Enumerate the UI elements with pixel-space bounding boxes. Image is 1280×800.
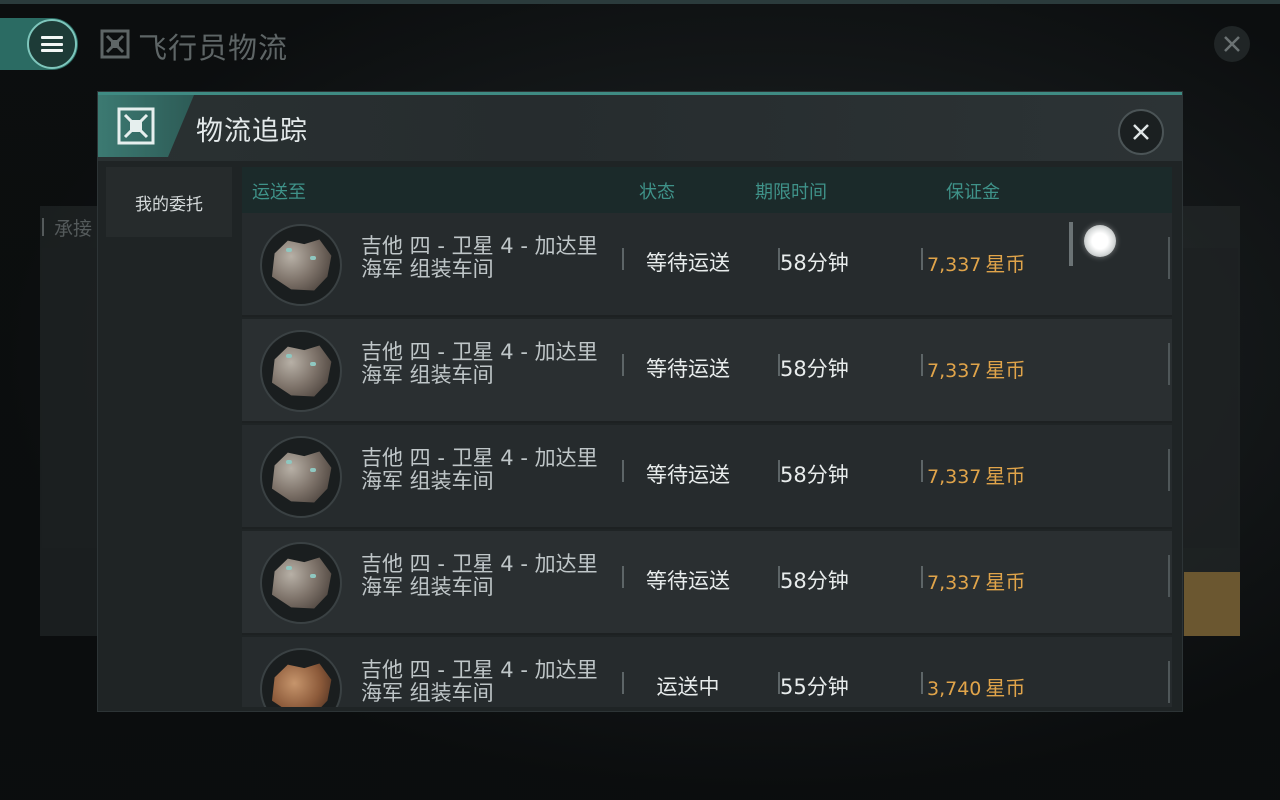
divider (921, 460, 923, 482)
deadline-text: 55分钟 (780, 675, 849, 699)
destination-text: 吉他 四 - 卫星 4 - 加达里海军 组装车间 (361, 552, 598, 599)
logistics-icon (100, 29, 130, 59)
deadline-text: 58分钟 (780, 251, 849, 275)
currency-label: 星币 (985, 570, 1026, 594)
divider (921, 566, 923, 588)
deposit-amount: 7,337 (927, 360, 982, 382)
deposit-amount: 7,337 (927, 466, 982, 488)
ore-icon (260, 330, 342, 412)
hamburger-icon (41, 36, 63, 52)
background-action-button (1184, 572, 1240, 636)
deposit-value: 7,337 星币 (927, 248, 1025, 277)
top-edge (0, 0, 1280, 4)
sidebar-item-my-commissions[interactable]: 我的委托 (106, 167, 232, 237)
list-item[interactable]: 吉他 四 - 卫星 4 - 加达里海军 组装车间 等待运送 58分钟 7,337… (242, 319, 1172, 423)
currency-label: 星币 (985, 676, 1026, 700)
divider (921, 672, 923, 694)
ore-icon (260, 436, 342, 518)
row-edge (1168, 555, 1170, 597)
dialog-header: 物流追踪 (98, 95, 1182, 161)
ore-icon (260, 224, 342, 306)
deadline-text: 58分钟 (780, 569, 849, 593)
deposit-amount: 3,740 (927, 678, 982, 700)
sidebar: 我的委托 (106, 167, 232, 237)
page-title: 飞行员物流 (138, 31, 289, 65)
deposit-amount: 7,337 (927, 572, 982, 594)
column-destination: 运送至 (252, 182, 306, 203)
ore-icon (260, 542, 342, 624)
row-edge (1168, 237, 1170, 279)
status-text: 等待运送 (646, 251, 730, 275)
close-icon (1133, 124, 1149, 140)
menu-button[interactable] (0, 18, 78, 70)
deposit-value: 3,740 星币 (927, 672, 1025, 701)
deposit-amount: 7,337 (927, 254, 982, 276)
divider (921, 354, 923, 376)
menu-ring (27, 19, 77, 69)
column-header: 运送至 状态 期限时间 保证金 (242, 167, 1172, 213)
destination-text: 吉他 四 - 卫星 4 - 加达里海军 组装车间 (361, 234, 598, 281)
currency-label: 星币 (985, 358, 1026, 382)
list-item[interactable]: 吉他 四 - 卫星 4 - 加达里海军 组装车间 等待运送 58分钟 7,337… (242, 213, 1172, 317)
status-text: 等待运送 (646, 463, 730, 487)
column-status: 状态 (639, 182, 675, 203)
list-item[interactable]: 吉他 四 - 卫星 4 - 加达里海军 组装车间 等待运送 58分钟 7,337… (242, 425, 1172, 529)
touch-indicator (1084, 225, 1116, 257)
column-deadline: 期限时间 (755, 182, 827, 203)
divider (921, 248, 923, 270)
status-text: 运送中 (656, 675, 720, 699)
row-edge (1168, 449, 1170, 491)
dialog-icon-box (98, 95, 194, 157)
dialog-title: 物流追踪 (196, 116, 308, 147)
deadline-text: 58分钟 (780, 463, 849, 487)
logistics-tracking-dialog: 物流追踪 我的委托 运送至 状态 期限时间 保证金 吉他 四 - 卫星 4 - … (98, 92, 1182, 711)
destination-text: 吉他 四 - 卫星 4 - 加达里海军 组装车间 (361, 446, 598, 493)
bg-tab-label: 承接 (41, 214, 92, 241)
status-text: 等待运送 (646, 569, 730, 593)
ore-icon (260, 648, 342, 707)
dialog-close-button[interactable] (1118, 109, 1164, 155)
row-edge (1168, 661, 1170, 703)
commission-list[interactable]: 运送至 状态 期限时间 保证金 吉他 四 - 卫星 4 - 加达里海军 组装车间… (242, 167, 1172, 707)
status-text: 等待运送 (646, 357, 730, 381)
deposit-value: 7,337 星币 (927, 566, 1025, 595)
currency-label: 星币 (985, 464, 1026, 488)
column-deposit: 保证金 (946, 182, 1000, 203)
list-scrollbar[interactable] (1069, 222, 1073, 266)
window-close-button[interactable] (1214, 26, 1250, 62)
close-icon (1224, 36, 1240, 52)
deadline-text: 58分钟 (780, 357, 849, 381)
destination-text: 吉他 四 - 卫星 4 - 加达里海军 组装车间 (361, 340, 598, 387)
list-item[interactable]: 吉他 四 - 卫星 4 - 加达里海军 组装车间 等待运送 58分钟 7,337… (242, 531, 1172, 635)
row-edge (1168, 343, 1170, 385)
deposit-value: 7,337 星币 (927, 460, 1025, 489)
deposit-value: 7,337 星币 (927, 354, 1025, 383)
currency-label: 星币 (985, 252, 1026, 276)
destination-text: 吉他 四 - 卫星 4 - 加达里海军 组装车间 (361, 658, 598, 705)
logistics-icon (117, 107, 155, 145)
list-item[interactable]: 吉他 四 - 卫星 4 - 加达里海军 组装车间 运送中 55分钟 3,740 星… (242, 637, 1172, 707)
